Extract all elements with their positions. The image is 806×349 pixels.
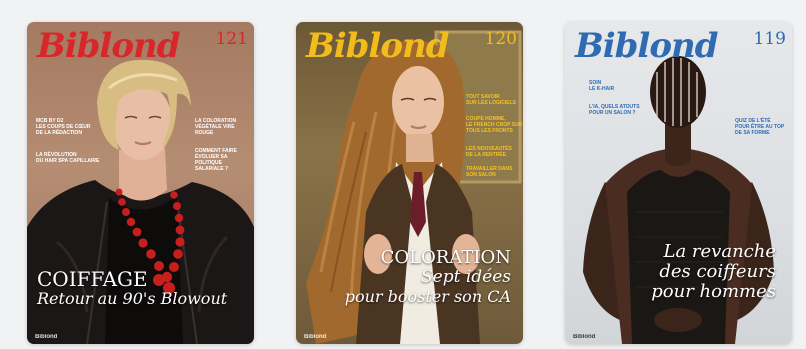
issue-number: 121	[215, 29, 248, 49]
cover-footer-logo: Biblond	[304, 334, 327, 340]
teaser-right-3: LES NOUVEAUTÉS DE LA RENTRÉE	[466, 146, 512, 158]
cover-headline-kicker: COIFFAGE	[37, 267, 148, 291]
teaser-right-1: TOUT SAVOIR SUR LES LOGICIELS	[466, 94, 517, 106]
teaser-right-1: QUIZ DE L'ÉTÉ POUR ÊTRE AU TOP DE SA FOR…	[735, 118, 785, 136]
issue-number: 120	[484, 29, 517, 49]
cover-headline-kicker: COLORATION	[380, 247, 511, 268]
cover-masthead: Biblond	[37, 26, 181, 66]
magazine-cover-120[interactable]: Biblond 120 TOUT SAVOIR SUR LES LOGICIEL…	[296, 22, 523, 344]
teaser-right-2: COMMENT FAIRE ÉVOLUER SA POLITIQUE SALAR…	[195, 148, 237, 172]
teaser-left-2: LA RÉVOLUTION DU HAIR SPA CAPILLAIRE	[36, 152, 100, 164]
cover-headline: Sept idées	[421, 267, 511, 287]
cover-headline-line-2: pour booster son CA	[344, 287, 511, 306]
teaser-right-2: COUPE HOMME, LE FRENCH CROP SUR TOUS LES…	[466, 116, 523, 134]
cover-headline-line-2: des coiffeurs	[659, 261, 776, 282]
cover-footer-logo: Biblond	[35, 334, 58, 340]
teaser-left-1: SOIN LE K-HAIR	[589, 80, 615, 92]
issue-number: 119	[753, 29, 786, 49]
magazine-cover-119[interactable]: Biblond 119 SOIN LE K-HAIR L'IA, QUELS A…	[565, 22, 792, 344]
teaser-left-1: MCB BY D2 LES COUPS DE CŒUR DE LA RÉDACT…	[36, 118, 91, 136]
cover-masthead: Biblond	[306, 26, 450, 66]
cover-footer-logo: Biblond	[573, 334, 596, 340]
teaser-right-1: LA COLORATION VÉGÉTALE VIRE ROUGE	[195, 118, 237, 136]
teaser-left-2: L'IA, QUELS ATOUTS POUR UN SALON ?	[589, 104, 640, 116]
cover-headline: La revanche	[663, 241, 776, 262]
teaser-right-4: TRAVAILLER DANS SON SALON	[466, 166, 513, 178]
cover-headline-line-3: pour hommes	[651, 281, 776, 302]
cover-masthead: Biblond	[575, 26, 719, 66]
magazine-cover-121[interactable]: Biblond 121 MCB BY D2 LES COUPS DE CŒUR …	[27, 22, 254, 344]
cover-headline: Retour au 90's Blowout	[37, 289, 228, 308]
magazine-cover-gallery: Biblond 121 MCB BY D2 LES COUPS DE CŒUR …	[0, 0, 806, 349]
